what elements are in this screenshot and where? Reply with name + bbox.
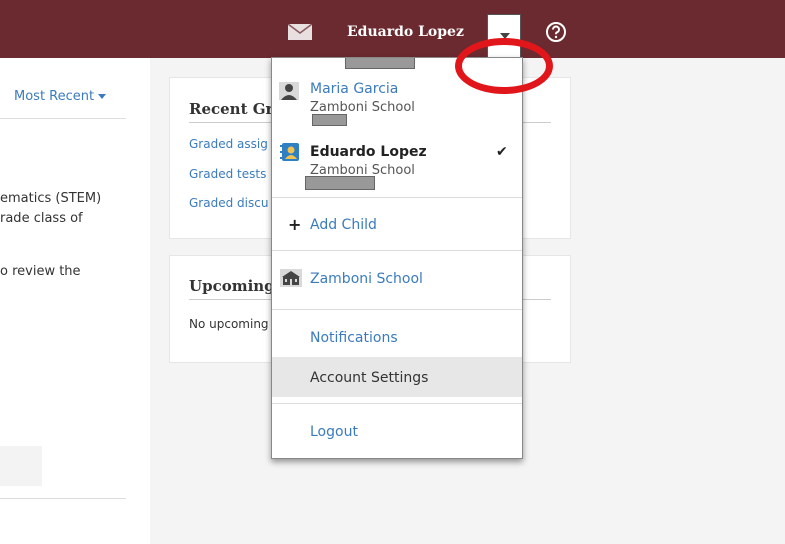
divider xyxy=(272,197,522,198)
plus-icon: + xyxy=(288,215,302,234)
student-card-icon xyxy=(280,143,299,161)
redaction-bar xyxy=(305,176,375,190)
empty-message: No upcoming xyxy=(189,317,269,331)
feed-text: ematics (STEM) xyxy=(0,191,102,206)
divider xyxy=(272,250,522,251)
notifications-link[interactable]: Notifications xyxy=(310,330,398,346)
chevron-down-icon xyxy=(98,94,107,99)
user-name[interactable]: Eduardo Lopez xyxy=(347,24,464,40)
school-building-icon xyxy=(280,269,302,287)
feed-text: rade class of xyxy=(0,211,83,226)
divider xyxy=(0,118,126,119)
checkmark-icon: ✔ xyxy=(496,144,508,160)
child-school: Zamboni School xyxy=(310,100,415,115)
user-silhouette-icon xyxy=(279,82,299,100)
school-label: Zamboni School xyxy=(310,271,423,287)
add-child-label: Add Child xyxy=(310,217,377,233)
envelope-icon[interactable] xyxy=(288,24,312,40)
help-circle-icon[interactable] xyxy=(545,21,567,43)
graded-discussions-link[interactable]: Graded discu xyxy=(189,196,268,210)
graded-assignments-link[interactable]: Graded assig xyxy=(189,137,268,151)
annotation-circle xyxy=(455,38,553,94)
card-title: Upcoming xyxy=(189,277,275,295)
sort-label: Most Recent xyxy=(14,89,95,104)
feed-text: o review the xyxy=(0,264,81,279)
redaction-bar xyxy=(312,114,347,126)
redaction-bar xyxy=(345,58,415,69)
graded-tests-link[interactable]: Graded tests xyxy=(189,167,266,181)
top-bar: Eduardo Lopez xyxy=(0,0,785,58)
divider xyxy=(272,403,522,404)
card-title: Recent Gr xyxy=(189,100,274,118)
child-name: Eduardo Lopez xyxy=(310,144,427,160)
sort-dropdown[interactable]: Most Recent xyxy=(14,89,107,104)
account-dropdown-menu: Maria Garcia Zamboni School Eduardo Lope… xyxy=(271,57,523,459)
divider xyxy=(272,309,522,310)
feed-thumbnail xyxy=(0,446,42,486)
divider xyxy=(0,498,126,499)
logout-link[interactable]: Logout xyxy=(310,424,358,440)
child-name: Maria Garcia xyxy=(310,81,399,97)
account-settings-link[interactable]: Account Settings xyxy=(310,370,428,386)
